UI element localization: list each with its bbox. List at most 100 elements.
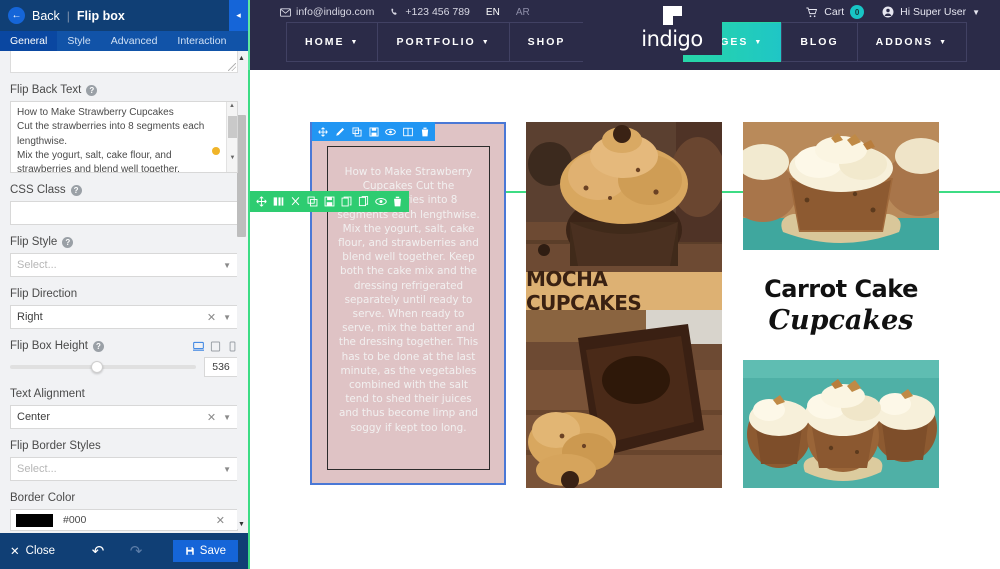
flip-back-text-label: Flip Back Text ? — [10, 84, 238, 96]
clear-icon[interactable]: ✕ — [216, 514, 225, 527]
menu-item-home[interactable]: HOME ▼ — [286, 22, 378, 62]
textarea-scroll-down-icon[interactable]: ▼ — [227, 154, 238, 163]
paste-icon[interactable] — [355, 193, 372, 210]
scroll-down-icon[interactable]: ▼ — [237, 521, 246, 529]
cart-item[interactable]: Cart 0 — [806, 5, 865, 19]
copy-icon[interactable] — [348, 123, 365, 140]
edit-icon[interactable] — [331, 123, 348, 140]
columns-icon[interactable] — [399, 123, 416, 140]
mocha-title-band: MOCHA CUPCAKES — [526, 267, 722, 315]
help-icon[interactable]: ? — [86, 84, 98, 96]
css-class-input[interactable] — [10, 201, 238, 225]
textarea-scrollbar-thumb[interactable] — [228, 116, 237, 138]
carrot-title-line2: Cupcakes — [768, 304, 914, 336]
chevron-down-icon[interactable]: ▼ — [223, 261, 231, 270]
page-canvas: How to Make Strawberry Cupcakes Cut the … — [248, 70, 1000, 569]
image-card-mocha[interactable]: MOCHA CUPCAKES — [526, 122, 722, 488]
menu-item-shop[interactable]: SHOP — [508, 22, 584, 62]
chevron-down-icon[interactable]: ▼ — [972, 8, 980, 17]
flip-box-height-value[interactable]: 536 — [204, 357, 238, 377]
slider-handle[interactable] — [91, 361, 104, 373]
help-icon[interactable]: ? — [92, 340, 104, 352]
flip-box-module[interactable]: How to Make Strawberry Cupcakes Cut the … — [310, 122, 506, 485]
cart-label: Cart — [824, 6, 845, 18]
trash-icon[interactable] — [389, 193, 406, 210]
scroll-up-icon[interactable]: ▲ — [237, 55, 246, 63]
tab-interaction[interactable]: Interaction — [167, 31, 236, 51]
duplicate-icon[interactable] — [338, 193, 355, 210]
image-card-carrot[interactable]: Carrot Cake Cupcakes — [743, 122, 939, 488]
flip-direction-label-text: Flip Direction — [10, 288, 78, 300]
carrot-title-band: Carrot Cake Cupcakes — [743, 250, 939, 360]
css-class-label: CSS Class ? — [10, 184, 238, 196]
user-label: Hi Super User — [900, 6, 967, 18]
help-icon[interactable]: ? — [62, 236, 74, 248]
textarea-scroll-up-icon[interactable]: ▲ — [227, 102, 237, 111]
clear-icon[interactable]: ✕ — [207, 311, 216, 324]
border-color-picker[interactable]: #000 ✕ — [10, 509, 238, 531]
menu-item-blog[interactable]: BLOG — [781, 22, 857, 62]
editor-canvas-area: info@indigo.com +123 456 789 EN AR Cart — [248, 0, 1000, 569]
undo-icon[interactable]: ↶ — [85, 542, 111, 560]
save-icon[interactable] — [321, 193, 338, 210]
redo-icon[interactable]: ↷ — [123, 542, 149, 560]
scrollbar-thumb[interactable] — [237, 115, 246, 237]
site-logo[interactable]: indigo — [622, 6, 722, 55]
tab-general[interactable]: General — [0, 31, 58, 51]
panel-body: ▲ ▼ Flip Back Text ? How to Make Strawbe… — [0, 51, 248, 533]
carrot-title-line1: Carrot Cake — [764, 274, 918, 303]
move-icon[interactable] — [314, 123, 331, 140]
flip-box-height-slider[interactable] — [10, 361, 196, 373]
field-flip-style: Flip Style ? Select... ▼ — [10, 236, 238, 277]
cut-icon[interactable] — [287, 193, 304, 210]
eye-icon[interactable] — [382, 123, 399, 140]
flip-style-label-text: Flip Style — [10, 236, 58, 248]
panel-scrollbar[interactable]: ▲ ▼ — [237, 55, 246, 529]
email-item[interactable]: info@indigo.com — [280, 6, 374, 18]
lang-en[interactable]: EN — [486, 7, 500, 18]
tablet-icon[interactable] — [210, 341, 221, 352]
help-icon[interactable]: ? — [70, 184, 82, 196]
chevron-down-icon[interactable]: ▼ — [223, 465, 231, 474]
columns-icon[interactable] — [270, 193, 287, 210]
lang-ar[interactable]: AR — [516, 7, 530, 18]
flip-style-label: Flip Style ? — [10, 236, 238, 248]
menu-item-portfolio[interactable]: PORTFOLIO ▼ — [377, 22, 509, 62]
previous-field-textarea[interactable] — [10, 51, 238, 73]
panel-tabs: General Style Advanced Interaction — [0, 31, 248, 51]
text-alignment-value: Center — [17, 411, 51, 423]
flip-border-styles-select[interactable]: Select... ▼ — [10, 457, 238, 481]
row-toolbar — [250, 191, 409, 212]
menu-item-addons[interactable]: ADDONS ▼ — [856, 22, 968, 62]
chevron-down-icon: ▼ — [481, 38, 491, 46]
flip-style-select[interactable]: Select... ▼ — [10, 253, 238, 277]
textarea-scrollbar[interactable]: ▲ ▼ — [226, 102, 237, 172]
flip-back-text-input[interactable]: How to Make Strawberry Cupcakes Cut the … — [10, 101, 238, 173]
move-icon[interactable] — [253, 193, 270, 210]
chevron-down-icon[interactable]: ▼ — [223, 413, 231, 422]
phone-item[interactable]: +123 456 789 — [390, 6, 470, 18]
tab-advanced[interactable]: Advanced — [101, 31, 168, 51]
save-icon[interactable] — [365, 123, 382, 140]
resize-grip-icon[interactable] — [228, 63, 236, 71]
eye-icon[interactable] — [372, 193, 389, 210]
back-button[interactable]: ← Back — [8, 7, 60, 24]
site-topbar-right: Cart 0 Hi Super User ▼ — [806, 0, 980, 24]
app-root: ← Back | Flip box ◂ General Style Advanc… — [0, 0, 1000, 569]
chevron-down-icon: ▼ — [350, 38, 360, 46]
menu-item-blog-label: BLOG — [800, 36, 839, 48]
save-button[interactable]: Save — [172, 540, 238, 562]
close-button[interactable]: ✕ Close — [10, 544, 55, 558]
chevron-down-icon[interactable]: ▼ — [223, 313, 231, 322]
desktop-icon[interactable] — [193, 341, 204, 352]
tab-style[interactable]: Style — [57, 31, 100, 51]
copy-icon[interactable] — [304, 193, 321, 210]
user-menu[interactable]: Hi Super User ▼ — [882, 6, 980, 18]
text-alignment-select[interactable]: Center ✕ ▼ — [10, 405, 238, 429]
phone-icon — [390, 7, 400, 17]
chevron-left-icon[interactable]: ◂ — [229, 0, 248, 31]
flip-direction-select[interactable]: Right ✕ ▼ — [10, 305, 238, 329]
clear-icon[interactable]: ✕ — [207, 411, 216, 424]
trash-icon[interactable] — [416, 123, 433, 140]
color-swatch[interactable] — [16, 513, 53, 527]
